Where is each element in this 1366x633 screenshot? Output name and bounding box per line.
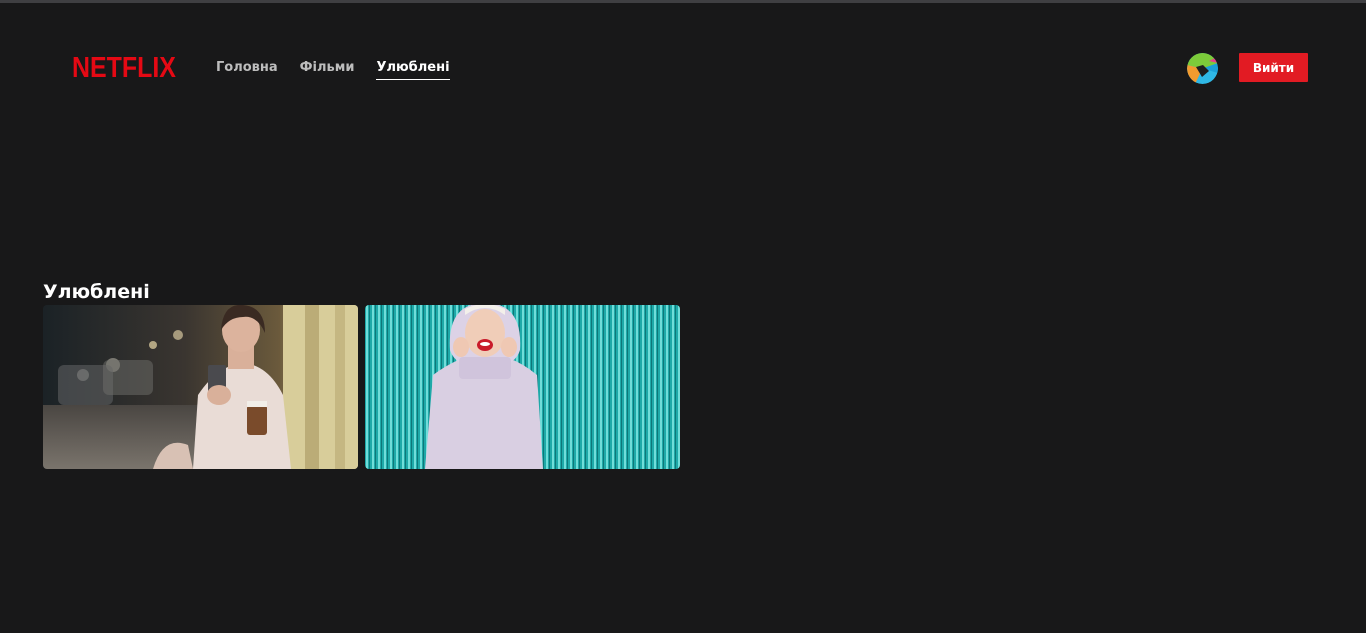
favorites-row — [43, 305, 680, 469]
nav-favorites[interactable]: Улюблені — [376, 59, 450, 80]
favorite-card-1[interactable] — [43, 305, 358, 469]
logout-button[interactable]: Вийти — [1239, 53, 1308, 82]
woman-with-phone-image — [43, 305, 358, 469]
favorite-card-2[interactable] — [365, 305, 680, 469]
favorites-title: Улюблені — [43, 281, 150, 303]
netflix-logo[interactable]: NETFLIX — [72, 52, 176, 84]
woman-in-hoodie-image — [365, 305, 680, 469]
avatar[interactable] — [1187, 53, 1218, 84]
site-header: NETFLIX Головна Фільми Улюблені Вийти — [0, 3, 1366, 113]
nav-home[interactable]: Головна — [216, 59, 278, 80]
main-nav: Головна Фільми Улюблені — [216, 59, 450, 80]
nav-movies[interactable]: Фільми — [300, 59, 355, 80]
multicolor-avatar-icon — [1187, 53, 1218, 84]
